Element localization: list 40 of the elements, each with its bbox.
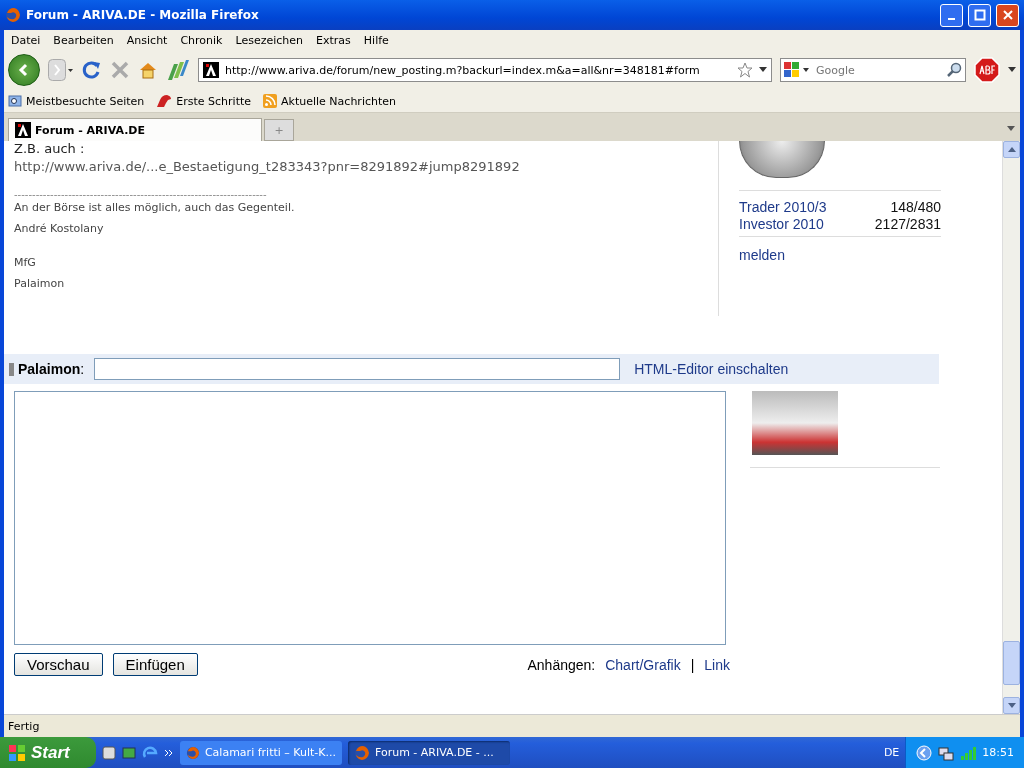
- report-link[interactable]: melden: [739, 247, 941, 263]
- username: Palaimon:: [18, 361, 85, 377]
- link-separator: |: [690, 656, 695, 673]
- signature-text: An der Börse ist alles möglich, auch das Gegenteil.: [14, 201, 296, 214]
- preview-button[interactable]: Vorschau: [14, 653, 103, 676]
- search-box[interactable]: Google: [780, 58, 966, 82]
- attach-link[interactable]: Chart/Grafik: [605, 656, 681, 673]
- bookmark-link[interactable]: Meistbesuchte Seiten: [26, 94, 145, 108]
- window-title: Forum - ARIVA.DE - Mozilla Firefox: [26, 8, 260, 22]
- attach-label: Anhängen:: [527, 656, 596, 673]
- signature-separator: ----------------------------------------------------------------------: [14, 189, 268, 201]
- taskbar-button[interactable]: Forum - ARIVA.DE - ...: [348, 740, 510, 765]
- address-bar[interactable]: http://www.ariva.de/forum/new_posting.m?backurl=index.m&a=all&nr=348181#form: [198, 58, 772, 82]
- menu-item[interactable]: Chronik: [173, 33, 229, 47]
- menu-item[interactable]: Ansicht: [119, 33, 174, 47]
- menu-item[interactable]: Lesezeichen: [228, 33, 310, 47]
- post-link[interactable]: http://www.ariva.de/...e_Bestaetigung_t283343?pnr=8291892#jump8291892: [14, 157, 718, 177]
- url-text: http://www.ariva.de/forum/new_posting.m?backurl=index.m&a=all&nr=348181#form: [225, 63, 701, 77]
- rank-link[interactable]: Trader 2010/3: [739, 199, 827, 216]
- post-text: Z.B. auch :: [14, 141, 86, 157]
- rank-link[interactable]: Investor 2010: [739, 216, 824, 233]
- insert-button[interactable]: Einfügen: [112, 653, 198, 676]
- signature-text: Palaimon: [14, 277, 66, 290]
- signature-text: MfG: [14, 256, 37, 269]
- language-indicator[interactable]: DE: [883, 746, 900, 759]
- attach-link[interactable]: Link: [704, 656, 730, 673]
- taskbar-button[interactable]: Calamari fritti – Kult-K...: [180, 740, 342, 765]
- menu-item[interactable]: Datei: [4, 33, 47, 47]
- bookmark-link[interactable]: Erste Schritte: [176, 94, 252, 108]
- menu-item[interactable]: Extras: [309, 33, 357, 47]
- editor-toggle-link[interactable]: HTML-Editor einschalten: [634, 361, 789, 377]
- clock: 18:51: [982, 746, 1014, 759]
- rank-value: 2127/2831: [874, 216, 941, 233]
- menu-item[interactable]: Hilfe: [356, 33, 395, 47]
- signature-text: André Kostolany: [14, 222, 105, 235]
- rank-value: 148/480: [890, 199, 941, 216]
- start-button[interactable]: Start: [0, 737, 96, 768]
- menu-item[interactable]: Bearbeiten: [46, 33, 120, 47]
- bookmark-link[interactable]: Aktuelle Nachrichten: [281, 94, 396, 108]
- browser-tab[interactable]: Forum - ARIVA.DE: [8, 118, 262, 141]
